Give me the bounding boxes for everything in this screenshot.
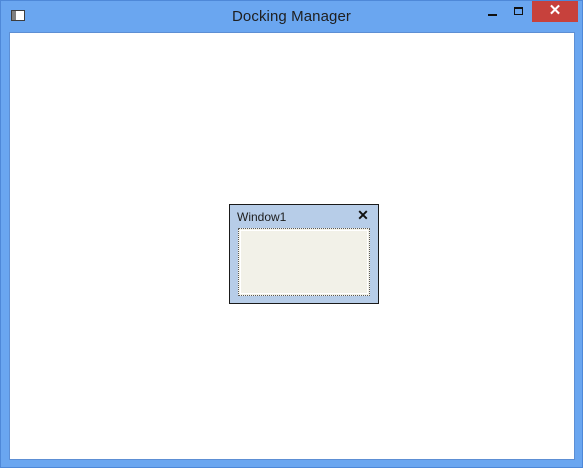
floating-tool-window[interactable]: Window1 ✕ (229, 204, 379, 304)
floating-window-close-icon[interactable]: ✕ (356, 208, 370, 222)
floating-window-content (238, 228, 370, 296)
floating-window-content-inner (240, 230, 368, 294)
main-window: Docking Manager ✕ Window1 ✕ (0, 0, 583, 468)
floating-window-title: Window1 (237, 210, 287, 224)
docking-area: Window1 ✕ (9, 32, 575, 460)
maximize-icon (514, 7, 523, 15)
close-button[interactable]: ✕ (532, 1, 578, 22)
close-icon: ✕ (548, 2, 562, 19)
title-bar[interactable]: Docking Manager ✕ (1, 1, 582, 31)
minimize-button[interactable] (478, 1, 505, 22)
maximize-button[interactable] (505, 1, 531, 22)
minimize-icon (488, 14, 497, 16)
floating-window-header[interactable]: Window1 ✕ (230, 205, 378, 227)
